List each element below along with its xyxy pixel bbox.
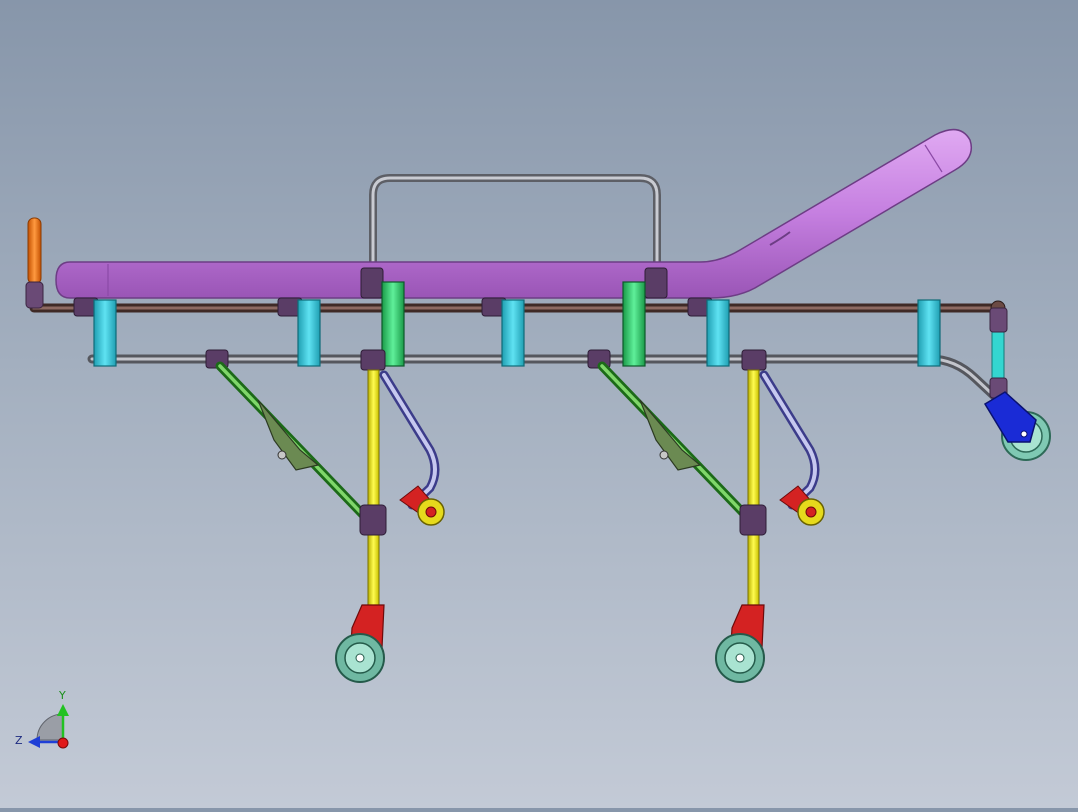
foot-caster [983,391,1051,461]
push-handle-bar [369,174,661,274]
head-elbow [25,281,44,309]
leg-assembly-left [215,361,445,683]
x-axis-icon [57,737,69,749]
y-axis-label: Y [58,689,66,702]
foot-post-joint [989,307,1008,333]
cad-viewport[interactable]: Y Z [0,0,1078,808]
mattress [55,128,973,299]
leg-assembly-right [597,361,825,683]
orientation-triad[interactable]: Y Z [15,689,69,749]
lower-frame-tube [87,354,1010,411]
z-axis-label: Z [15,734,23,747]
head-handle[interactable] [27,217,42,285]
